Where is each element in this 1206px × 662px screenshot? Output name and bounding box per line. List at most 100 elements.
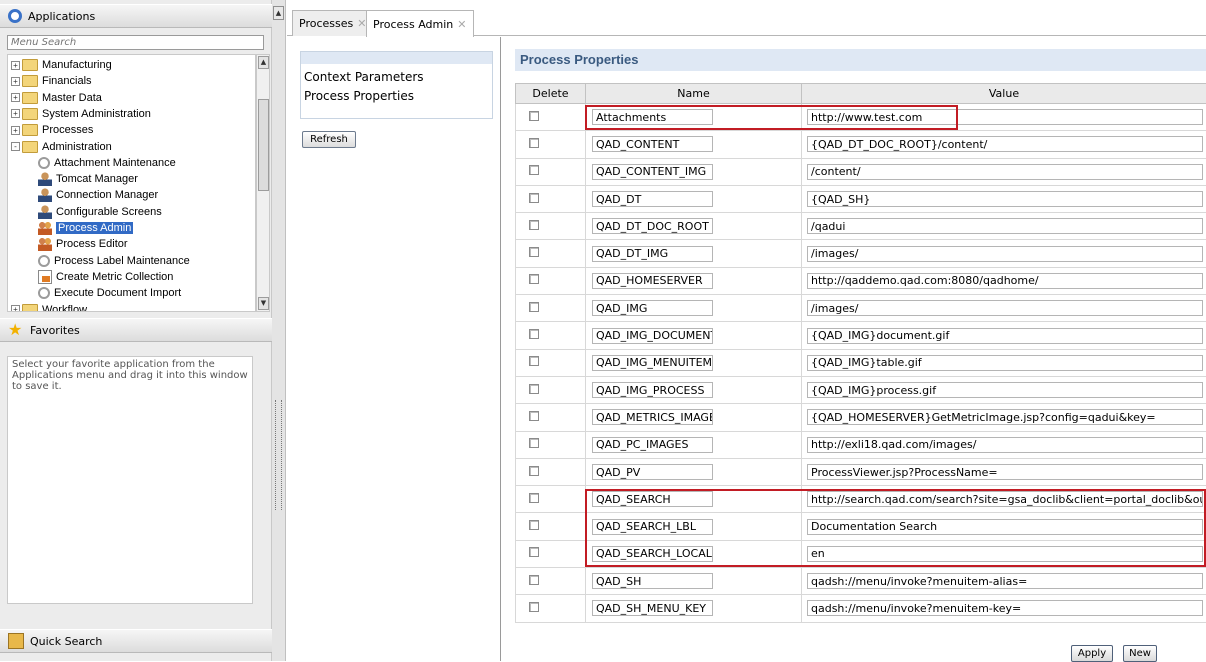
property-value-input[interactable] [807,300,1203,316]
tree-item[interactable]: Tomcat Manager [38,171,138,187]
delete-checkbox[interactable] [529,547,539,557]
delete-checkbox[interactable] [529,411,539,421]
property-name-input[interactable] [592,464,713,480]
property-value-input[interactable] [807,191,1203,207]
delete-checkbox[interactable] [529,329,539,339]
property-value-input[interactable] [807,355,1203,371]
expand-icon[interactable]: + [11,77,20,86]
delete-checkbox[interactable] [529,438,539,448]
delete-checkbox[interactable] [529,602,539,612]
delete-checkbox[interactable] [529,193,539,203]
tab-processes[interactable]: Processes ✕ [292,10,373,36]
tree-item[interactable]: +System Administration [11,106,151,122]
scroll-thumb[interactable] [258,99,269,191]
property-name-input[interactable] [592,246,713,262]
favorites-drop-area[interactable]: Select your favorite application from th… [7,356,253,604]
splitter-grip[interactable] [275,400,282,510]
property-name-input[interactable] [592,519,713,535]
delete-checkbox[interactable] [529,575,539,585]
property-value-input[interactable] [807,136,1203,152]
property-value-input[interactable] [807,437,1203,453]
menu-search-input[interactable] [7,35,264,50]
property-name-input[interactable] [592,355,713,371]
property-value-input[interactable] [807,328,1203,344]
tree-item[interactable]: Attachment Maintenance [38,155,176,171]
scroll-down-icon[interactable]: ▼ [258,297,269,310]
property-value-input[interactable] [807,491,1203,507]
property-value-input[interactable] [807,600,1203,616]
delete-checkbox[interactable] [529,356,539,366]
collapse-icon[interactable]: - [11,142,20,151]
property-name-input[interactable] [592,328,713,344]
tree-item[interactable]: Process Label Maintenance [38,253,190,269]
expand-icon[interactable]: + [11,109,20,118]
property-name-input[interactable] [592,136,713,152]
property-value-input[interactable] [807,519,1203,535]
property-name-input[interactable] [592,218,713,234]
property-value-input[interactable] [807,218,1203,234]
property-name-input[interactable] [592,109,713,125]
delete-checkbox[interactable] [529,220,539,230]
property-value-input[interactable] [807,109,1203,125]
tree-item[interactable]: Process Admin [38,220,133,236]
delete-checkbox[interactable] [529,520,539,530]
expand-icon[interactable]: + [11,93,20,102]
property-name-input[interactable] [592,164,713,180]
delete-checkbox[interactable] [529,384,539,394]
delete-checkbox[interactable] [529,466,539,476]
property-value-input[interactable] [807,573,1203,589]
process-properties-link[interactable]: Process Properties [304,89,414,103]
tree-item[interactable]: +Processes [11,122,93,138]
property-name-input[interactable] [592,437,713,453]
tree-item[interactable]: Process Editor [38,236,128,252]
close-icon[interactable]: ✕ [457,18,466,31]
property-value-input[interactable] [807,546,1203,562]
property-value-input[interactable] [807,164,1203,180]
delete-checkbox[interactable] [529,274,539,284]
property-value-input[interactable] [807,382,1203,398]
property-name-input[interactable] [592,491,713,507]
property-value-input[interactable] [807,246,1203,262]
delete-checkbox[interactable] [529,302,539,312]
delete-checkbox[interactable] [529,493,539,503]
tree-item[interactable]: Create Metric Collection [38,269,173,285]
tree-item[interactable]: +Master Data [11,90,102,106]
property-name-input[interactable] [592,191,713,207]
context-parameters-link[interactable]: Context Parameters [304,70,424,84]
property-name-input[interactable] [592,273,713,289]
property-name-input[interactable] [592,546,713,562]
tree-scrollbar[interactable]: ▲ ▼ [256,54,270,312]
tree-item[interactable]: +Manufacturing [11,57,112,73]
property-value-input[interactable] [807,273,1203,289]
tab-process-admin[interactable]: Process Admin ✕ [366,10,474,37]
property-name-input[interactable] [592,409,713,425]
expand-icon[interactable]: + [11,305,20,312]
expand-icon[interactable]: + [11,126,20,135]
delete-checkbox[interactable] [529,138,539,148]
collapse-panel-icon[interactable]: ▲ [273,6,284,20]
applications-header[interactable]: Applications [0,4,272,28]
delete-checkbox[interactable] [529,111,539,121]
expand-icon[interactable]: + [11,61,20,70]
panel-splitter[interactable]: ▲ [272,0,286,661]
tree-item[interactable]: Configurable Screens [38,204,162,220]
delete-checkbox[interactable] [529,165,539,175]
property-name-input[interactable] [592,300,713,316]
tree-item[interactable]: Connection Manager [38,187,158,203]
new-button[interactable]: New [1123,645,1157,662]
property-name-input[interactable] [592,573,713,589]
delete-checkbox[interactable] [529,247,539,257]
scroll-up-icon[interactable]: ▲ [258,56,269,69]
apply-button[interactable]: Apply [1071,645,1113,662]
property-value-input[interactable] [807,409,1203,425]
tree-item[interactable]: +Financials [11,73,92,89]
favorites-header[interactable]: ★ Favorites [0,318,272,342]
property-name-input[interactable] [592,600,713,616]
tree-item[interactable]: +Workflow [11,302,87,313]
quick-search-header[interactable]: Quick Search [0,629,272,653]
refresh-button[interactable]: Refresh [302,131,356,148]
tree-item[interactable]: -Administration [11,139,112,155]
property-name-input[interactable] [592,382,713,398]
property-value-input[interactable] [807,464,1203,480]
tree-item[interactable]: Execute Document Import [38,285,181,301]
